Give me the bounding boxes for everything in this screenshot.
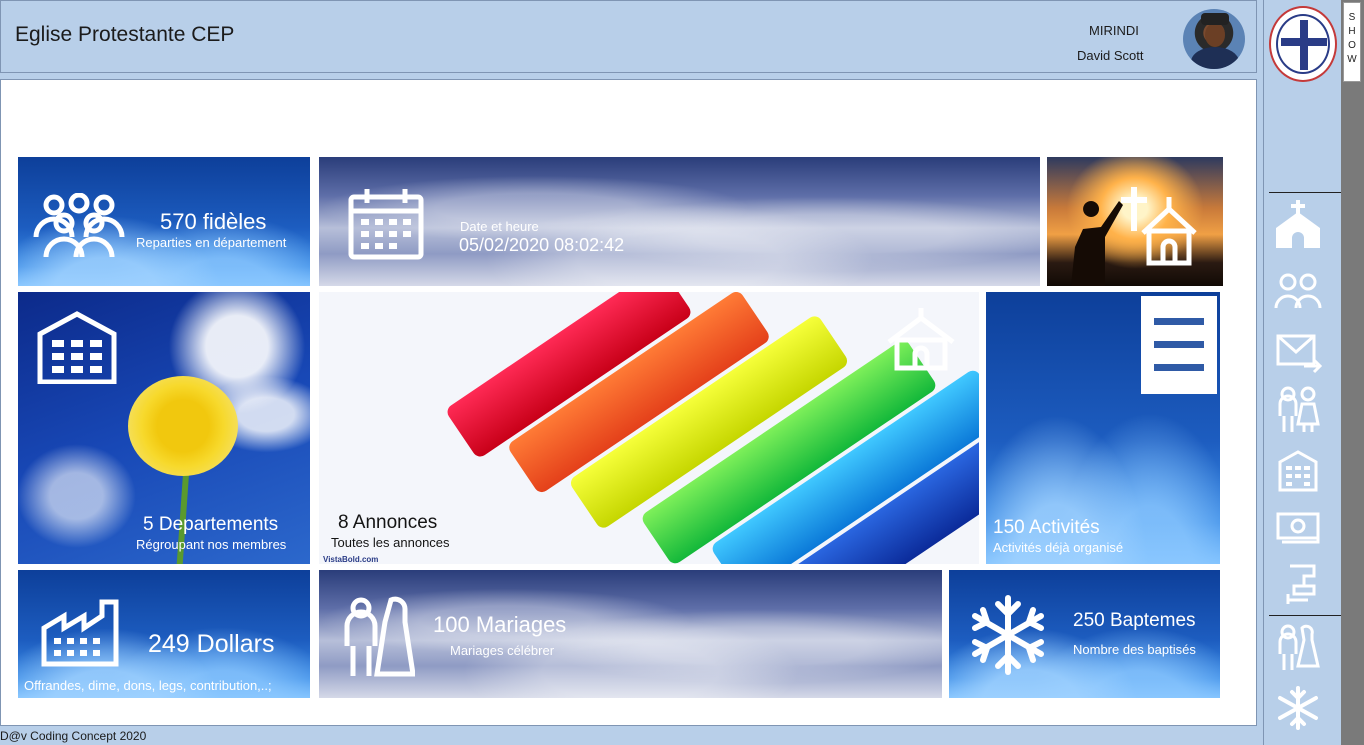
calendar-icon [348, 189, 424, 260]
rail-scrollbar[interactable] [1341, 0, 1364, 745]
tile-fideles[interactable]: 570 fidèles Reparties en département [18, 157, 310, 286]
activites-subtitle: Activités déjà organisé [993, 540, 1124, 555]
rail-couple-icon[interactable] [1274, 386, 1322, 434]
dandelion-flower [128, 376, 238, 476]
annonces-count: 8 Annonces [338, 512, 438, 533]
rail-couple-icon-2[interactable] [1274, 624, 1322, 672]
couple-icon [344, 596, 415, 677]
app-title: Eglise Protestante CEP [15, 23, 235, 46]
avatar[interactable] [1183, 9, 1245, 69]
rail-divider [1269, 615, 1341, 616]
tile-mariages[interactable]: 100 Mariages Mariages célébrer [319, 570, 942, 698]
departements-subtitle: Régroupant nos membres [136, 537, 287, 552]
worshipper-silhouette-icon [1071, 201, 1123, 286]
mariages-count: 100 Mariages [433, 612, 567, 637]
menu-bar-middle [1154, 341, 1204, 348]
rail-snowflake-icon[interactable] [1274, 684, 1322, 732]
building-icon [37, 311, 117, 384]
show-letter: W [1347, 54, 1357, 65]
avatar-gown [1191, 47, 1239, 69]
departements-count: 5 Departements [143, 514, 279, 535]
rail-mail-send-icon[interactable] [1274, 328, 1323, 376]
tile-annonces[interactable]: 8 Annonces Toutes les annonces VistaBold… [319, 292, 979, 564]
dollars-subtitle: Offrandes, dime, dons, legs, contributio… [24, 678, 272, 693]
church-icon [1141, 197, 1197, 266]
avatar-cap [1201, 13, 1229, 25]
church-icon [887, 308, 955, 371]
show-letter: O [1348, 40, 1356, 51]
rail-money-icon[interactable] [1274, 504, 1322, 552]
baptemes-subtitle: Nombre des baptisés [1073, 642, 1196, 657]
show-button[interactable]: SHOW [1343, 2, 1361, 82]
rail-divider [1269, 192, 1341, 193]
activites-count: 150 Activités [993, 517, 1100, 538]
tile-datetime[interactable]: Date et heure 05/02/2020 08:02:42 [319, 157, 1040, 286]
rail-church-icon[interactable] [1274, 200, 1322, 248]
logo-cross-horizontal [1281, 38, 1327, 46]
show-letter: H [1348, 26, 1356, 37]
avatar-face [1205, 23, 1225, 47]
header-bar: Eglise Protestante CEP MIRINDI David Sco… [0, 0, 1257, 73]
rail-baptism-icon[interactable] [1274, 560, 1322, 608]
tile-church-image[interactable] [1047, 157, 1223, 286]
rail-building-icon[interactable] [1274, 446, 1322, 494]
fideles-subtitle: Reparties en département [136, 235, 287, 250]
fideles-count: 570 fidèles [160, 209, 267, 234]
tile-dollars[interactable]: 249 Dollars Offrandes, dime, dons, legs,… [18, 570, 310, 698]
show-letter: S [1348, 12, 1356, 23]
show-label: SHOW [1344, 11, 1360, 67]
factory-icon [41, 599, 119, 667]
members-icon [33, 193, 125, 258]
menu-bar-top [1154, 318, 1204, 325]
menu-bar-bottom [1154, 364, 1204, 371]
footer-credit: D@v Coding Concept 2020 [0, 729, 147, 743]
church-logo[interactable] [1269, 6, 1337, 82]
user-name: David Scott [1077, 48, 1144, 63]
datetime-label: Date et heure [460, 219, 539, 234]
menu-button[interactable] [1141, 296, 1217, 394]
rail-members-icon[interactable] [1274, 268, 1322, 316]
mariages-subtitle: Mariages célébrer [450, 643, 555, 658]
dollars-amount: 249 Dollars [148, 630, 275, 658]
snowflake-icon [972, 595, 1044, 675]
baptemes-count: 250 Baptemes [1073, 610, 1196, 631]
tile-departements[interactable]: 5 Departements Régroupant nos membres [18, 292, 310, 564]
datetime-value: 05/02/2020 08:02:42 [459, 235, 625, 255]
image-watermark: VistaBold.com [323, 555, 379, 564]
annonces-subtitle: Toutes les annonces [331, 535, 450, 550]
tile-activites[interactable]: 150 Activités Activités déjà organisé [986, 292, 1220, 564]
user-role: MIRINDI [1089, 23, 1139, 38]
tile-baptemes[interactable]: 250 Baptemes Nombre des baptisés [949, 570, 1220, 698]
